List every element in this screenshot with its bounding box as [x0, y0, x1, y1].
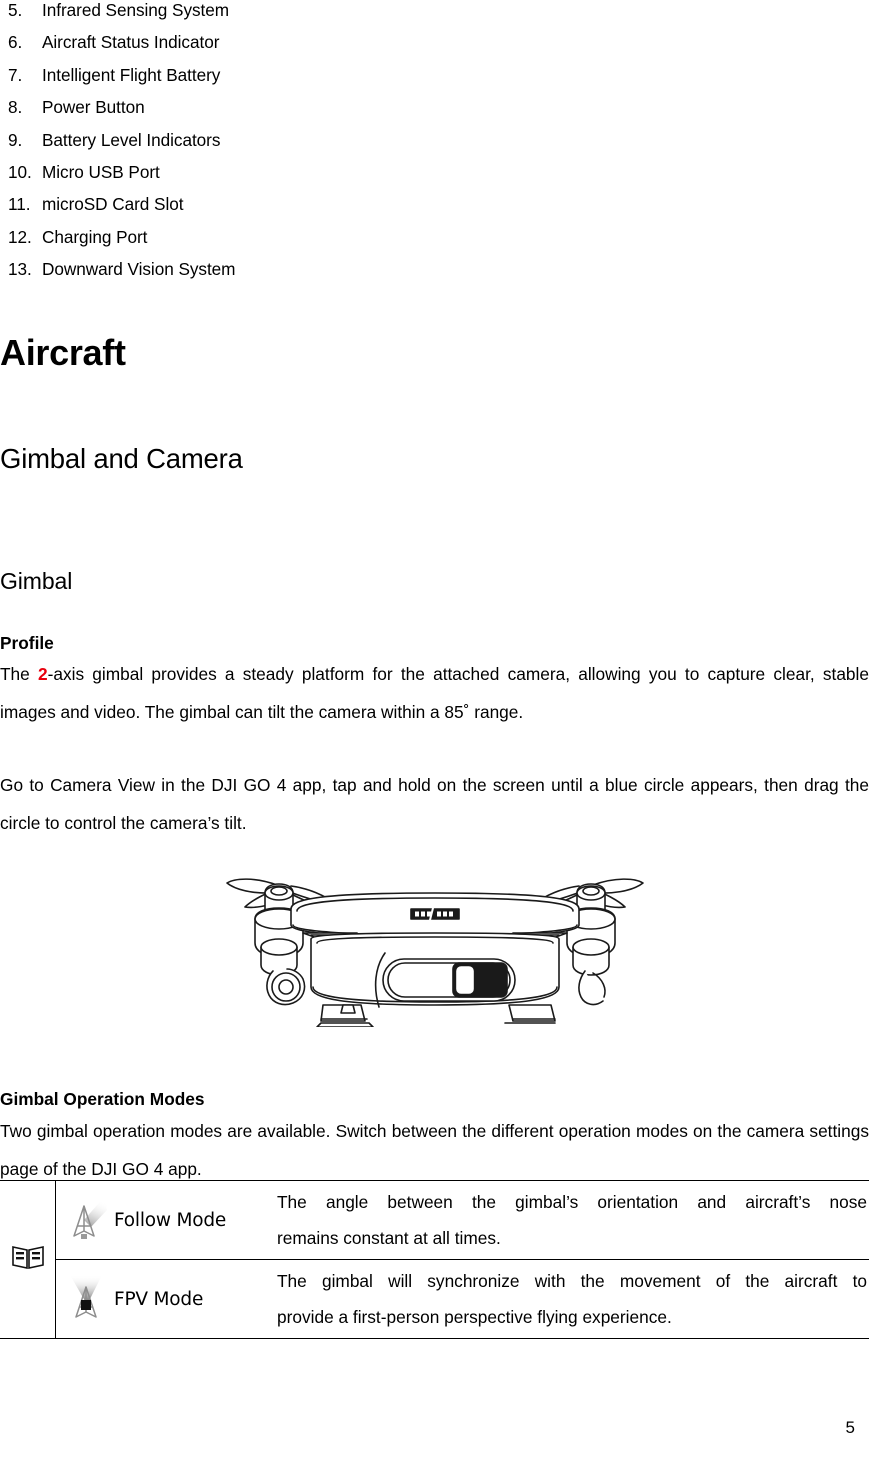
mode-cell: FPV Mode [55, 1259, 265, 1339]
list-item: 10. Micro USB Port [0, 162, 500, 194]
gimbal-modes-paragraph-block: Two gimbal operation modes are available… [0, 1112, 869, 1188]
drone-follow-mode-icon [64, 1194, 108, 1246]
profile-label: Profile [0, 633, 54, 653]
camera-view-paragraph-block: Go to Camera View in the DJI GO 4 app, t… [0, 766, 869, 842]
mode-label: FPV Mode [114, 1288, 204, 1310]
list-item: 8. Power Button [0, 97, 500, 129]
profile-text-lead: The [0, 664, 38, 684]
mode-cell: Follow Mode [55, 1180, 265, 1260]
list-item-label: Aircraft Status Indicator [42, 32, 220, 53]
aircraft-illustration [0, 842, 869, 1032]
list-item: 11. microSD Card Slot [0, 194, 500, 226]
list-item-number: 11. [8, 194, 31, 215]
document-page: 5. Infrared Sensing System 6. Aircraft S… [0, 0, 869, 1473]
list-item-number: 10. [8, 161, 32, 182]
drone-fpv-mode-icon [64, 1273, 108, 1325]
gimbal-modes-table: Follow Mode The angle between the gimbal… [0, 1180, 869, 1339]
list-item-number: 7. [8, 64, 23, 85]
heading-gimbal-and-camera: Gimbal and Camera [0, 443, 243, 474]
profile-paragraph: The 2-axis gimbal provides a steady plat… [0, 655, 869, 731]
list-item: 13. Downward Vision System [0, 259, 500, 291]
mode-label: Follow Mode [114, 1209, 227, 1231]
heading-gimbal: Gimbal [0, 568, 73, 594]
list-item-number: 6. [8, 32, 23, 53]
list-item: 6. Aircraft Status Indicator [0, 32, 500, 64]
book-icon [11, 1243, 45, 1271]
table-row: FPV Mode The gimbal will synchronize wit… [0, 1259, 869, 1339]
profile-text-rest: -axis gimbal provides a steady platform … [0, 664, 869, 722]
list-item-label: Micro USB Port [42, 161, 160, 182]
list-item: 12. Charging Port [0, 227, 500, 259]
mode-description-line: The gimbal will synchronize with the mov… [277, 1271, 867, 1291]
list-item: 9. Battery Level Indicators [0, 130, 500, 162]
heading-aircraft: Aircraft [0, 332, 126, 373]
axis-count-highlight: 2 [37, 664, 48, 684]
mode-description-line: remains constant at all times. [277, 1228, 501, 1248]
mode-description-cell: The angle between the gimbal’s orientati… [265, 1180, 869, 1260]
parts-list: 5. Infrared Sensing System 6. Aircraft S… [0, 0, 500, 292]
list-item-number: 5. [8, 0, 23, 20]
list-item-label: Downward Vision System [42, 259, 236, 280]
gimbal-modes-label: Gimbal Operation Modes [0, 1089, 205, 1109]
list-item-label: Charging Port [42, 226, 148, 247]
list-item-number: 9. [8, 129, 23, 150]
list-item-number: 13. [8, 259, 32, 280]
mode-description-line: The angle between the gimbal’s orientati… [277, 1192, 867, 1212]
camera-view-paragraph: Go to Camera View in the DJI GO 4 app, t… [0, 775, 869, 833]
list-item-label: Power Button [42, 97, 145, 118]
list-item: 7. Intelligent Flight Battery [0, 65, 500, 97]
list-item-number: 8. [8, 97, 23, 118]
profile-paragraph-block: The 2-axis gimbal provides a steady plat… [0, 655, 869, 731]
gimbal-modes-paragraph: Two gimbal operation modes are available… [0, 1121, 869, 1179]
aircraft-front-view-line-drawing [225, 878, 644, 1027]
list-item-label: Battery Level Indicators [42, 129, 221, 150]
list-item: 5. Infrared Sensing System [0, 0, 500, 32]
table-row: Follow Mode The angle between the gimbal… [0, 1180, 869, 1339]
list-item-label: Infrared Sensing System [42, 0, 230, 20]
mode-description-line: provide a first-person perspective flyin… [277, 1307, 672, 1327]
mode-description-cell: The gimbal will synchronize with the mov… [265, 1259, 869, 1339]
list-item-label: Intelligent Flight Battery [42, 64, 221, 85]
list-item-label: microSD Card Slot [42, 194, 184, 215]
note-cell [0, 1180, 56, 1339]
page-number: 5 [845, 1418, 855, 1437]
list-item-number: 12. [8, 226, 32, 247]
